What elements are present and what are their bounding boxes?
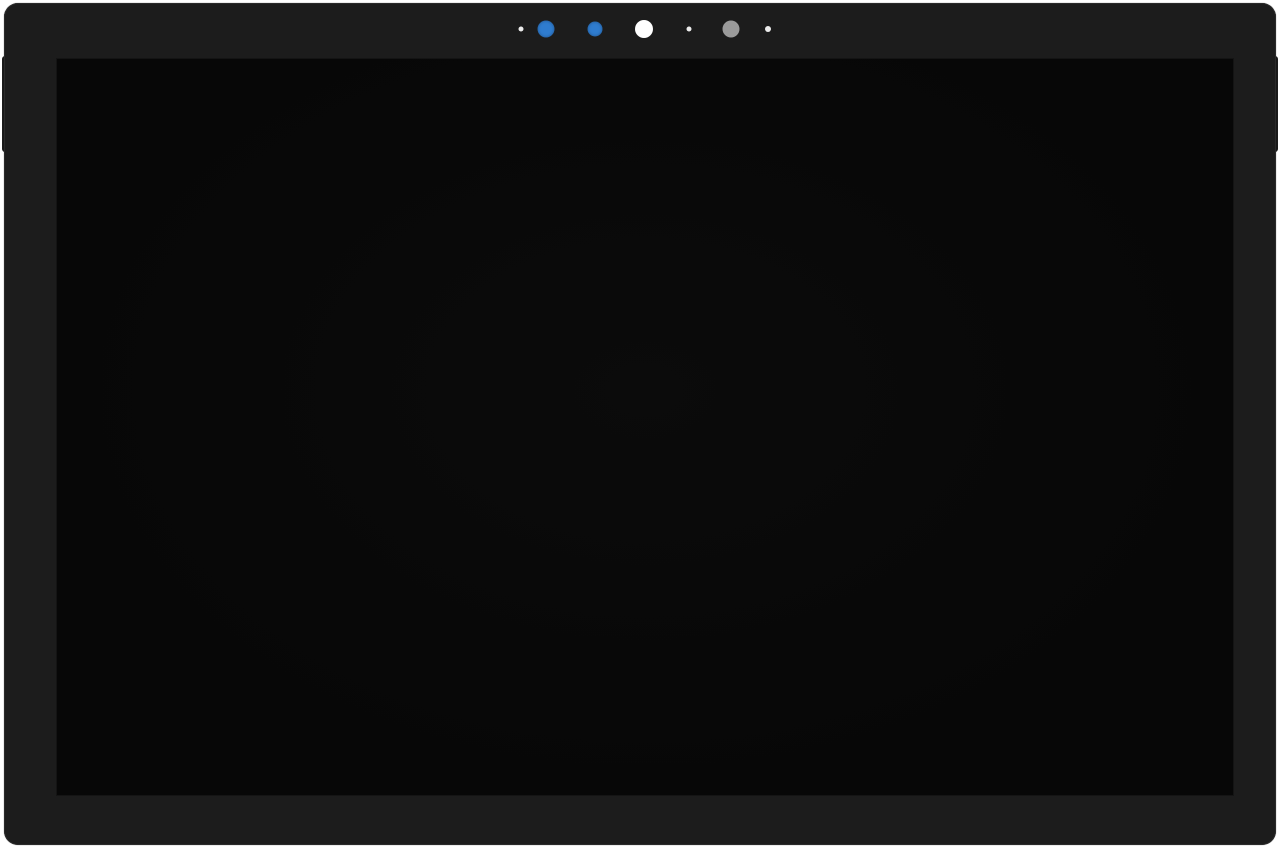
ambient-light-sensor-icon	[635, 20, 653, 38]
ir-camera-icon	[587, 21, 603, 37]
sensor-dot-1-icon	[518, 26, 524, 32]
tablet-screen	[56, 58, 1234, 796]
sensor-dot-3-icon	[765, 26, 771, 32]
ir-emitter-icon	[722, 20, 740, 38]
sensor-array	[509, 17, 779, 41]
product-photo	[0, 0, 1280, 848]
sensor-dot-2-icon	[686, 26, 692, 32]
front-camera-icon	[537, 20, 555, 38]
tablet-bezel	[4, 3, 1276, 845]
